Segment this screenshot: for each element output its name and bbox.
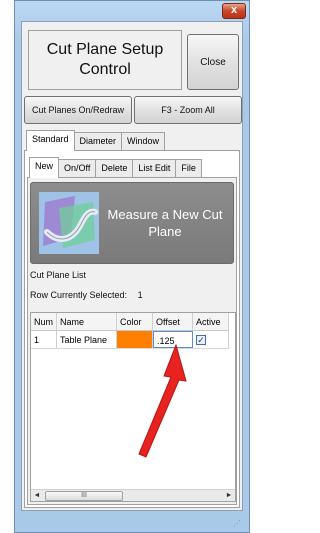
window-close-button[interactable]: x xyxy=(222,3,246,19)
measure-new-cut-plane-button[interactable]: Measure a New Cut Plane xyxy=(30,182,234,264)
tab-on-off[interactable]: On/Off xyxy=(58,159,97,177)
tab-window[interactable]: Window xyxy=(121,132,166,150)
tab-diameter[interactable]: Diameter xyxy=(73,132,123,150)
tab-delete[interactable]: Delete xyxy=(95,159,134,177)
cut-plane-list-label: Cut Plane List xyxy=(30,270,87,280)
scroll-right-arrow-icon[interactable]: ► xyxy=(223,490,235,502)
cut-plane-table: Num Name Color Offset Active 1 Table Pla… xyxy=(30,312,236,502)
table-row[interactable]: 1 Table Plane .125 ✓ xyxy=(31,331,229,349)
cell-offset-input[interactable]: .125 xyxy=(153,331,193,348)
page-title: Cut Plane Setup Control xyxy=(46,41,164,78)
zoom-all-button[interactable]: F3 - Zoom All xyxy=(134,96,242,124)
status-bar: ⋰ xyxy=(21,514,243,528)
tab-list-edit[interactable]: List Edit xyxy=(132,159,177,177)
column-header-offset[interactable]: Offset xyxy=(153,313,193,330)
cell-color-swatch[interactable] xyxy=(117,331,153,348)
scroll-left-arrow-icon[interactable]: ◄ xyxy=(31,490,43,502)
close-button[interactable]: Close xyxy=(187,34,239,90)
column-header-color[interactable]: Color xyxy=(117,313,153,330)
resize-grip-icon[interactable]: ⋰ xyxy=(233,519,241,528)
measure-button-label: Measure a New Cut Plane xyxy=(107,207,223,239)
dialog-window: x Cut Plane Setup Control Close Cut Plan… xyxy=(14,0,250,533)
row-selected-value: 1 xyxy=(137,290,143,300)
tab-new[interactable]: New xyxy=(29,157,60,178)
sub-tabs: New On/Off Delete List Edit File xyxy=(29,157,202,178)
column-header-active[interactable]: Active xyxy=(193,313,229,330)
cell-num[interactable]: 1 xyxy=(31,331,57,348)
title-bar[interactable]: x xyxy=(15,1,249,19)
cut-plane-graphic-icon xyxy=(39,192,99,254)
active-checkbox[interactable]: ✓ xyxy=(196,335,206,345)
title-panel: Cut Plane Setup Control xyxy=(28,30,182,90)
column-header-num[interactable]: Num xyxy=(31,313,57,330)
dialog-client-area: Cut Plane Setup Control Close Cut Planes… xyxy=(21,21,243,511)
row-selected-line: Row Currently Selected: 1 xyxy=(30,290,143,300)
column-header-name[interactable]: Name xyxy=(57,313,117,330)
new-tab-pane: Measure a New Cut Plane Cut Plane List R… xyxy=(27,177,237,505)
cell-active[interactable]: ✓ xyxy=(193,331,229,348)
tab-standard[interactable]: Standard xyxy=(26,130,75,151)
horizontal-scrollbar[interactable]: ◄ III ► xyxy=(31,489,235,501)
row-selected-label: Row Currently Selected: xyxy=(30,290,128,300)
scroll-thumb[interactable]: III xyxy=(45,491,123,501)
cut-planes-redraw-button[interactable]: Cut Planes On/Redraw xyxy=(24,96,132,124)
cell-name[interactable]: Table Plane xyxy=(57,331,117,348)
table-header-row: Num Name Color Offset Active xyxy=(31,313,229,331)
tab-file[interactable]: File xyxy=(175,159,202,177)
main-tabs: Standard Diameter Window xyxy=(26,130,166,151)
standard-tab-pane: New On/Off Delete List Edit File Measure… xyxy=(24,150,240,508)
